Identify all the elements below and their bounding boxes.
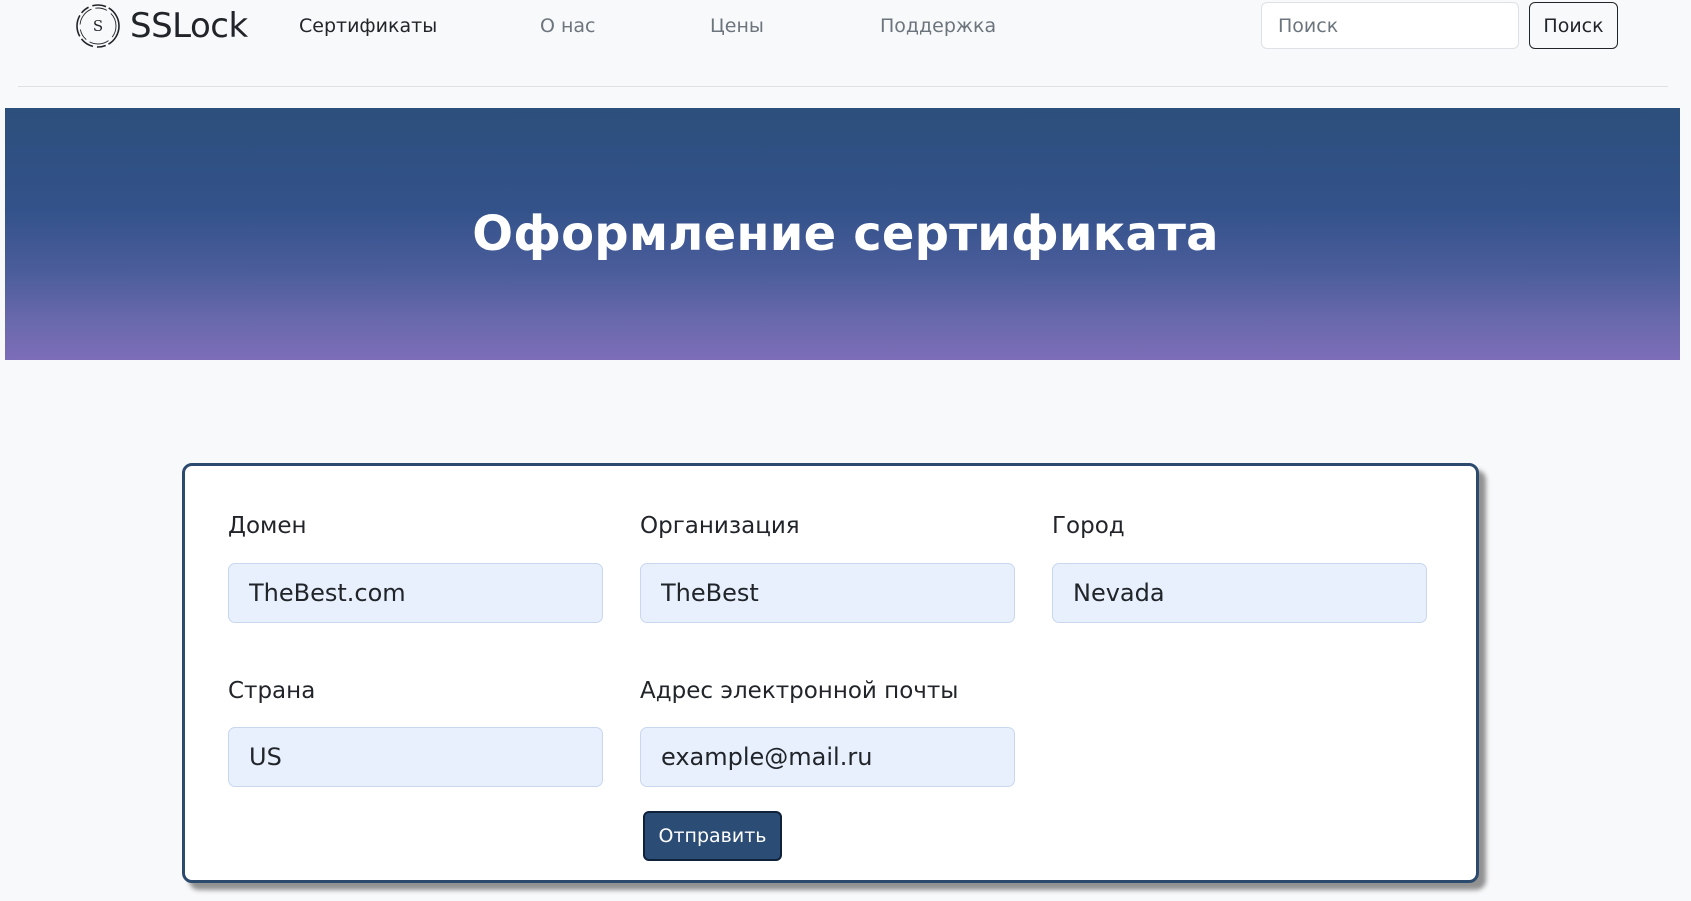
- country-field[interactable]: [228, 727, 603, 787]
- nav-item-about[interactable]: О нас: [540, 14, 596, 38]
- nav-item-support[interactable]: Поддержка: [880, 14, 996, 38]
- brand-link[interactable]: S SSLock: [72, 0, 248, 52]
- nav-item-certificates[interactable]: Сертификаты: [299, 14, 437, 38]
- country-label: Страна: [228, 678, 316, 704]
- submit-button[interactable]: Отправить: [643, 811, 782, 861]
- organization-label: Организация: [640, 513, 800, 539]
- nav-divider: [18, 86, 1668, 87]
- nav-item-prices[interactable]: Цены: [710, 14, 764, 38]
- city-field[interactable]: [1052, 563, 1427, 623]
- search-input[interactable]: [1261, 2, 1519, 49]
- hero-banner: Оформление сертификата: [5, 108, 1680, 360]
- navbar: S SSLock Сертификаты О нас Цены Поддержк…: [0, 0, 1691, 88]
- email-label: Адрес электронной почты: [640, 678, 959, 704]
- email-field[interactable]: [640, 727, 1015, 787]
- city-label: Город: [1052, 513, 1125, 539]
- page-title: Оформление сертификата: [472, 206, 1219, 262]
- domain-field[interactable]: [228, 563, 603, 623]
- logo-letter: S: [93, 17, 103, 35]
- certificate-form-card: [182, 463, 1479, 883]
- search-button[interactable]: Поиск: [1529, 2, 1618, 49]
- circle-s-logo-icon: S: [76, 4, 120, 48]
- organization-field[interactable]: [640, 563, 1015, 623]
- brand-name: SSLock: [130, 6, 248, 46]
- domain-label: Домен: [228, 513, 307, 539]
